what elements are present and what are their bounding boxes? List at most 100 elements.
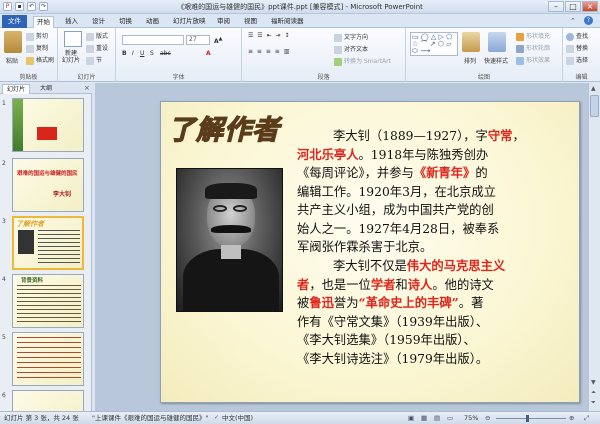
tab-foxit[interactable]: 福昕阅读器 <box>268 16 307 28</box>
paragraph-group: ☰ ☰ ⇤ ⇥ ↕ ≡ ≡ ≡ ≡ ▥ 文字方向 对齐文本 转换为 SmartA… <box>242 28 406 82</box>
reset-button[interactable]: 重设 <box>86 43 108 53</box>
cut-button[interactable]: 剪切 <box>26 31 48 41</box>
shape-fill-button[interactable]: 形状填充 <box>516 31 550 41</box>
font-name-combo[interactable] <box>122 35 184 45</box>
shape-effects-button[interactable]: 形状效果 <box>516 55 550 65</box>
clipboard-group: 粘贴 剪切 复制 格式刷 剪贴板 <box>0 28 58 82</box>
new-slide-icon[interactable] <box>64 31 82 47</box>
bold-icon[interactable]: B <box>122 50 127 57</box>
tab-animations[interactable]: 动画 <box>143 16 162 28</box>
vertical-scrollbar[interactable]: ▲ ▼ ⏶ ⏷ <box>588 83 600 411</box>
tab-home[interactable]: 开始 <box>33 16 54 28</box>
tab-design[interactable]: 设计 <box>89 16 108 28</box>
strikethrough-icon[interactable]: abc <box>160 50 171 57</box>
slides-group: 新建 幻灯片 版式 重设 节 幻灯片 <box>58 28 116 82</box>
format-painter-button[interactable]: 格式刷 <box>26 55 54 65</box>
paste-button[interactable]: 粘贴 <box>6 56 18 65</box>
text-line: 《李大钊诗选注》（1979年出版）。 <box>297 351 489 366</box>
shapes-gallery[interactable]: ▭ ◯ △ ▷ ⬠ ☆ ⌒ ↗ ⬡ ▱ ⬭ ⟶ <box>410 32 458 56</box>
slideshow-icon[interactable]: ▭ <box>447 412 453 424</box>
shape-outline-button[interactable]: 形状轮廓 <box>516 43 550 53</box>
shadow-icon[interactable]: S <box>150 50 154 57</box>
slide-thumbnail-4[interactable]: 背景资料 <box>12 274 84 328</box>
italic-icon[interactable]: I <box>132 50 134 57</box>
tab-slideshow[interactable]: 幻灯片放映 <box>170 16 209 28</box>
list-icons[interactable]: ☰ ☰ ⇤ ⇥ ↕ <box>248 32 290 39</box>
thumb-number: 1 <box>2 100 6 107</box>
section-icon <box>86 56 94 65</box>
slide-thumbnail-6[interactable] <box>12 390 84 411</box>
slide-thumbnail-1[interactable] <box>12 98 84 152</box>
align-text-icon <box>334 45 342 54</box>
font-size-combo[interactable]: 27 <box>186 35 210 45</box>
font-color-icon[interactable]: A <box>206 50 211 57</box>
text-line: 者，也是一位学者和诗人。他的诗文 <box>297 276 494 292</box>
align-icons[interactable]: ≡ ≡ ≡ ≡ ▥ <box>248 48 290 55</box>
zoom-slider-thumb[interactable] <box>526 415 529 422</box>
prev-slide-icon[interactable]: ⏶ <box>591 389 596 397</box>
tab-view[interactable]: 视图 <box>241 16 260 28</box>
tab-transitions[interactable]: 切换 <box>116 16 135 28</box>
section-button[interactable]: 节 <box>86 55 102 65</box>
layout-button[interactable]: 版式 <box>86 31 108 41</box>
scroll-thumb[interactable] <box>590 95 599 117</box>
select-button[interactable]: 选择 <box>566 55 588 65</box>
copy-button[interactable]: 复制 <box>26 43 48 53</box>
slide-thumbnail-3-selected[interactable]: 了解作者 <box>12 216 84 270</box>
grow-font-icon[interactable]: A▲ <box>214 36 223 45</box>
slide-sorter-icon[interactable]: ▦ <box>421 412 427 424</box>
arrange-button[interactable]: 排列 <box>464 56 476 65</box>
language-indicator[interactable]: 中文(中国) <box>222 412 253 424</box>
ribbon-tabs: 文件 开始 插入 设计 切换 动画 幻灯片放映 审阅 视图 福昕阅读器 ⌃ ? <box>0 14 600 28</box>
tab-outline-pane[interactable]: 大纲 <box>36 84 56 94</box>
find-icon <box>566 32 574 41</box>
thumb-number: 2 <box>2 160 6 167</box>
align-text-button[interactable]: 对齐文本 <box>334 44 368 54</box>
close-button[interactable]: × <box>582 1 598 12</box>
collapse-ribbon-icon[interactable]: ⌃ <box>570 17 576 25</box>
maximize-button[interactable]: □ <box>565 1 581 12</box>
next-slide-icon[interactable]: ⏷ <box>591 399 596 407</box>
arrange-icon[interactable] <box>462 32 480 52</box>
quick-styles-icon[interactable] <box>488 32 506 52</box>
tab-file[interactable]: 文件 <box>2 15 27 28</box>
tab-slides-pane[interactable]: 幻灯片 <box>2 84 31 94</box>
zoom-level[interactable]: 75% <box>464 412 478 424</box>
find-button[interactable]: 查找 <box>566 31 588 41</box>
slide-thumbnail-2[interactable]: 艰难的国运与雄健的国民 李大钊 <box>12 158 84 212</box>
status-bar: 幻灯片 第 3 张，共 24 张 "上课课件《艰难的国运与雄健的国民》" ✓ 中… <box>0 411 600 424</box>
zoom-out-icon[interactable]: ⊖ <box>485 412 490 424</box>
text-line: 被鲁迅誉为“革命史上的丰碑”。著 <box>297 295 484 310</box>
effects-icon <box>516 56 524 65</box>
zoom-in-icon[interactable]: ⊕ <box>569 412 574 424</box>
normal-view-icon[interactable]: ▣ <box>408 412 414 424</box>
scroll-up-icon[interactable]: ▲ <box>591 85 596 92</box>
slide-thumbnail-5[interactable] <box>12 332 84 386</box>
new-slide-button[interactable]: 新建 幻灯片 <box>62 50 80 64</box>
reading-view-icon[interactable]: ▤ <box>434 412 440 424</box>
minimize-button[interactable]: – <box>548 1 564 12</box>
ribbon: 粘贴 剪切 复制 格式刷 剪贴板 新建 幻灯片 版式 重设 节 幻灯片 27 A… <box>0 28 600 82</box>
portrait-photo[interactable] <box>176 168 283 312</box>
replace-button[interactable]: 替换 <box>566 43 588 53</box>
drawing-group: ▭ ◯ △ ▷ ⬠ ☆ ⌒ ↗ ⬡ ▱ ⬭ ⟶ 排列 快速样式 形状填充 形状轮… <box>406 28 563 82</box>
fit-to-window-icon[interactable]: ⤢ <box>584 412 589 424</box>
scroll-down-icon[interactable]: ▼ <box>591 379 596 386</box>
outline-icon <box>516 44 524 53</box>
theme-name[interactable]: "上课课件《艰难的国运与雄健的国民》" <box>92 412 208 424</box>
zoom-slider[interactable] <box>496 418 566 419</box>
tab-review[interactable]: 审阅 <box>214 16 233 28</box>
smartart-button[interactable]: 转换为 SmartArt <box>334 56 391 66</box>
paste-icon[interactable] <box>4 31 22 53</box>
quick-styles-button[interactable]: 快速样式 <box>484 56 508 65</box>
text-direction-button[interactable]: 文字方向 <box>334 32 368 42</box>
close-pane-icon[interactable]: × <box>84 84 90 92</box>
underline-icon[interactable]: U <box>140 50 144 57</box>
spellcheck-icon[interactable]: ✓ <box>214 412 219 424</box>
help-icon[interactable]: ? <box>584 16 593 25</box>
tab-insert[interactable]: 插入 <box>62 16 81 28</box>
text-line: 军阀张作霖杀害于北京。 <box>297 240 433 254</box>
text-line: 共产主义小组，成为中国共产党的创 <box>297 203 494 217</box>
brush-icon <box>26 56 34 65</box>
slide-title[interactable]: 了解作者 <box>167 108 280 147</box>
